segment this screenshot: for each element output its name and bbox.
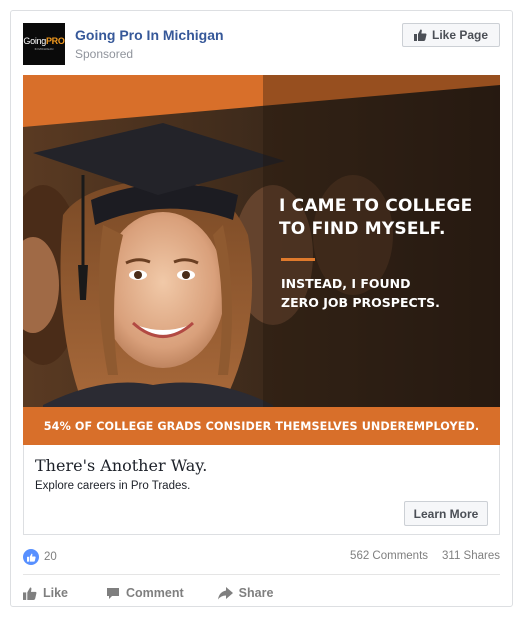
headline-line-2: TO FIND MYSELF. [279, 219, 446, 239]
like-label: Like [43, 586, 69, 600]
comments-count-link[interactable]: 562 Comments [350, 550, 428, 562]
thumbs-up-icon [23, 587, 37, 600]
comment-button[interactable]: Comment [106, 582, 184, 604]
page-logo[interactable]: GoingPRO IN MICHIGAN [23, 23, 65, 65]
share-arrow-icon [217, 586, 233, 599]
like-page-button[interactable]: Like Page [402, 23, 500, 47]
reactions-count: 20 [44, 551, 57, 563]
post-actions: Like Comment Share [23, 582, 500, 604]
link-description: Explore careers in Pro Trades. [35, 480, 191, 492]
sponsored-label[interactable]: Sponsored [75, 47, 133, 61]
headline-line-1: I CAME TO COLLEGE [279, 196, 473, 216]
shares-count-link[interactable]: 311 Shares [442, 550, 500, 562]
post-header: GoingPRO IN MICHIGAN Going Pro In Michig… [23, 23, 500, 67]
comment-bubble-icon [107, 587, 120, 599]
learn-more-button[interactable]: Learn More [404, 501, 488, 526]
link-preview[interactable]: There's Another Way. Explore careers in … [23, 445, 500, 535]
thumbs-up-icon [413, 29, 427, 41]
page-name-link[interactable]: Going Pro In Michigan [75, 27, 224, 43]
comment-label: Comment [126, 586, 184, 600]
logo-going: Going [23, 36, 46, 46]
like-page-label: Like Page [431, 28, 489, 42]
engagement-stats: 20 562 Comments 311 Shares [23, 548, 500, 566]
logo-wordmark: GoingPRO [23, 37, 64, 46]
comment-share-counts: 562 Comments 311 Shares [350, 550, 500, 562]
ad-banner: 54% OF COLLEGE GRADS CONSIDER THEMSELVES… [23, 407, 500, 445]
subhead-line-1: INSTEAD, I FOUND [281, 276, 411, 291]
like-reaction-icon [23, 549, 39, 565]
sponsored-post-card: GoingPRO IN MICHIGAN Going Pro In Michig… [10, 10, 513, 607]
ad-creative-image[interactable]: I CAME TO COLLEGE TO FIND MYSELF. INSTEA… [23, 75, 500, 445]
headline-divider [281, 258, 315, 261]
reactions-summary[interactable]: 20 [23, 549, 57, 565]
like-button[interactable]: Like [23, 582, 68, 604]
logo-subtext: IN MICHIGAN [34, 47, 54, 51]
graduate-photo [23, 75, 500, 445]
share-button[interactable]: Share [217, 582, 274, 604]
subhead-line-2: ZERO JOB PROSPECTS. [281, 295, 440, 310]
logo-pro: PRO [45, 36, 65, 46]
actions-divider [23, 574, 500, 575]
ad-subhead: INSTEAD, I FOUND ZERO JOB PROSPECTS. [281, 274, 491, 312]
link-title[interactable]: There's Another Way. [35, 456, 207, 475]
share-label: Share [238, 586, 274, 600]
ad-headline: I CAME TO COLLEGE TO FIND MYSELF. [279, 195, 494, 241]
